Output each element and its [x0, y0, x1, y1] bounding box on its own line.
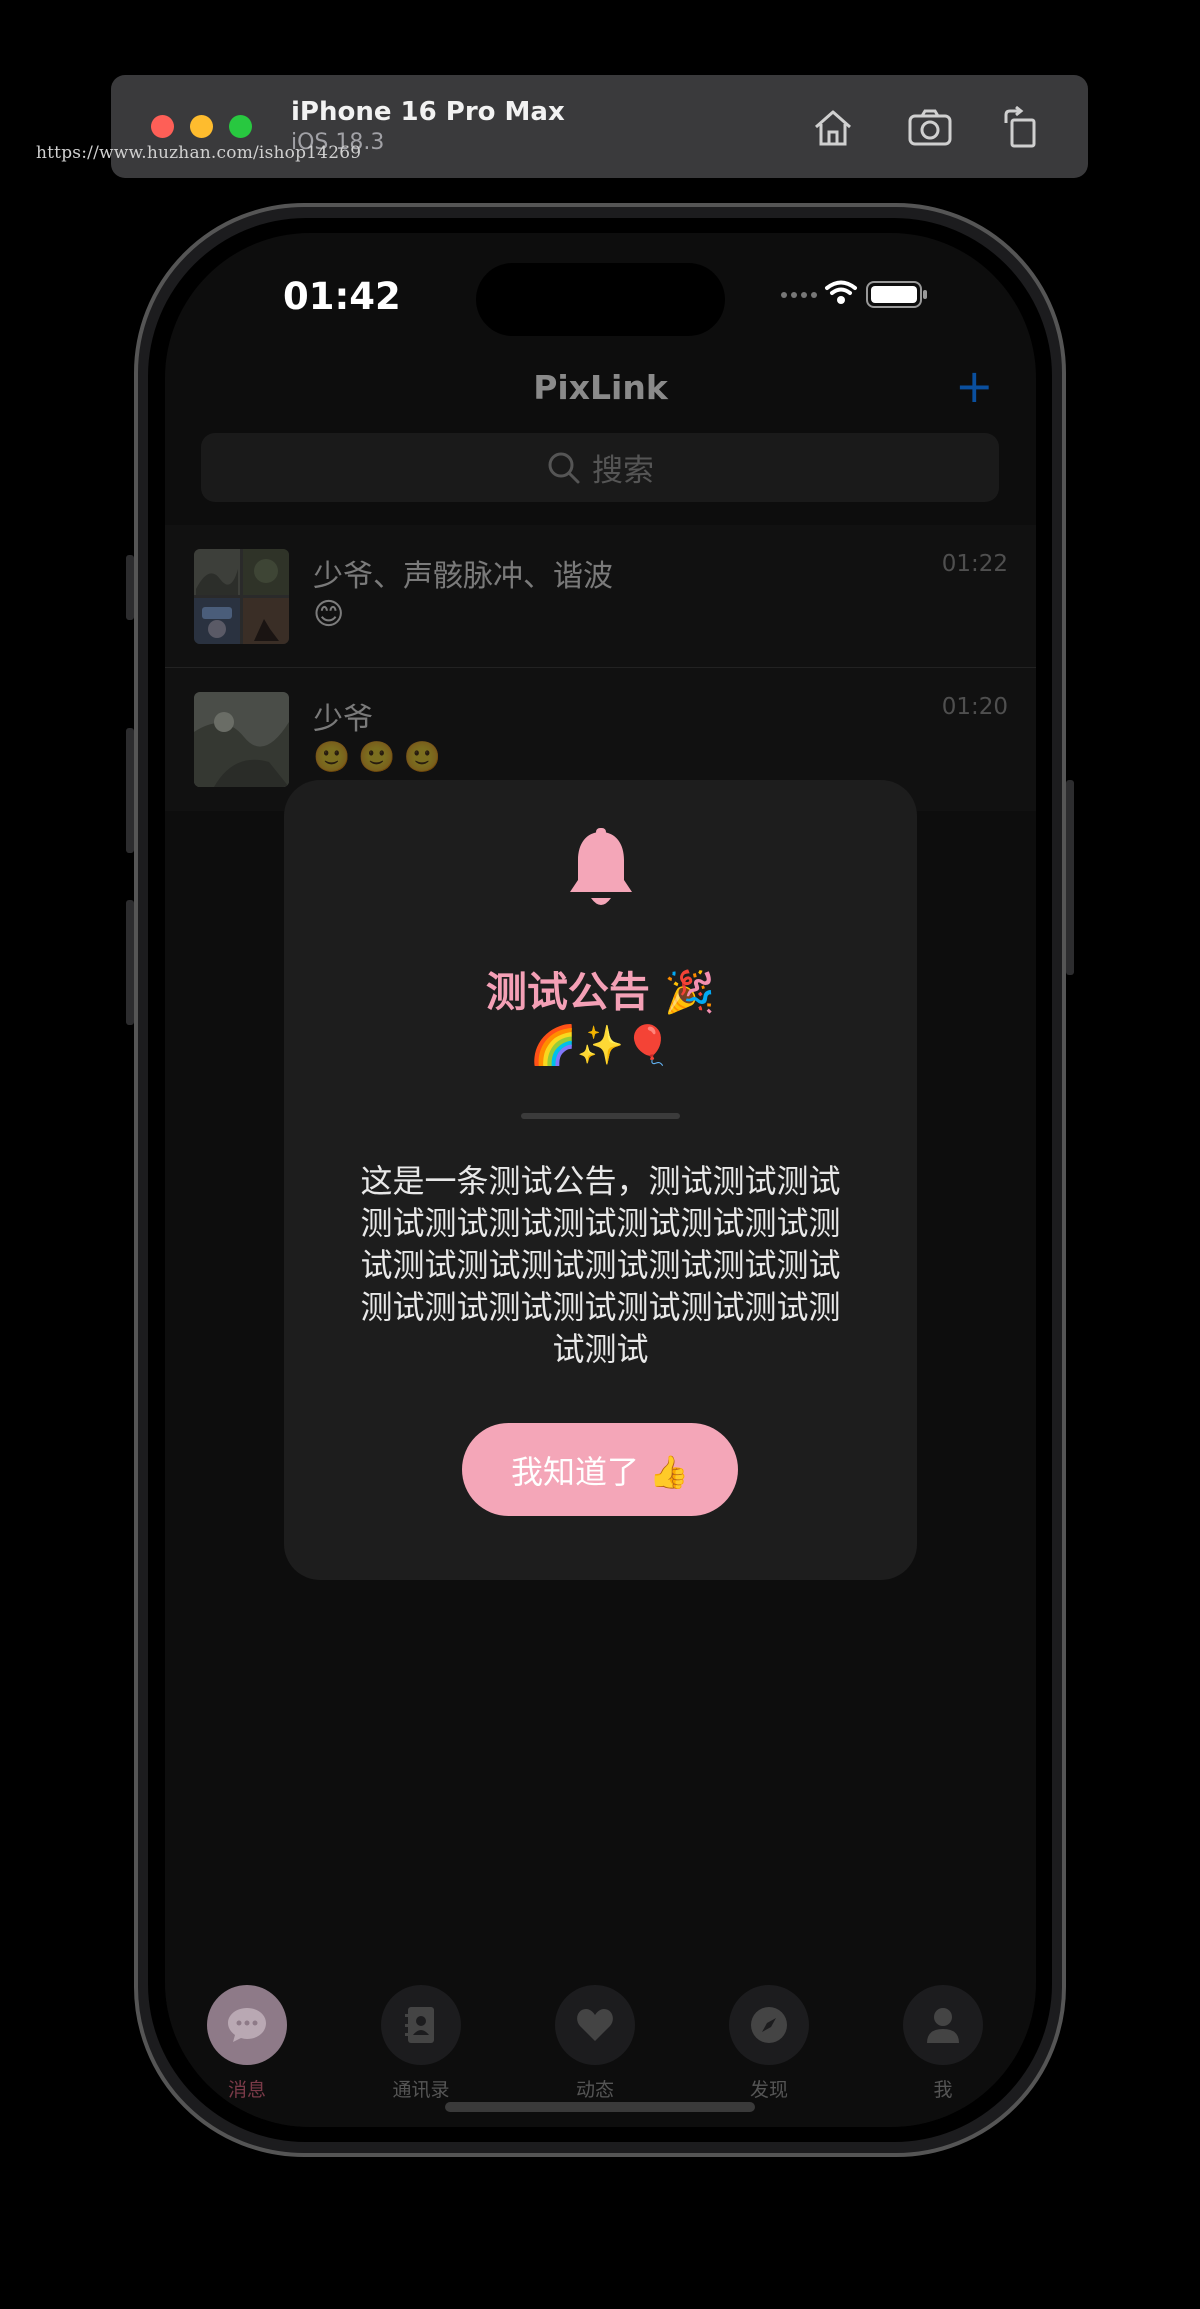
- device-name: iPhone 16 Pro Max: [291, 97, 565, 127]
- chat-name: 少爷: [313, 702, 373, 737]
- home-indicator[interactable]: [445, 2102, 755, 2112]
- close-window-button[interactable]: [151, 115, 174, 138]
- home-button[interactable]: [808, 103, 858, 153]
- tab-label: 消息: [227, 2079, 266, 2101]
- battery-icon: [866, 281, 927, 308]
- chat-preview: 🙂🙂🙂: [313, 740, 450, 775]
- rotate-icon: [1004, 105, 1036, 148]
- phone-screen: 01:42 PixLink + 搜索 少爷、声骸脉冲、谐波 01:22 😊 少爷…: [165, 233, 1036, 2127]
- contacts-book-icon: [405, 2007, 434, 2043]
- tab-label: 我: [933, 2079, 953, 2101]
- volume-down-button: [126, 900, 134, 1025]
- announcement-emoji-line: 🌈✨🎈: [529, 1023, 672, 1067]
- app-title: PixLink: [533, 368, 668, 407]
- announcement-body: 这是一条测试公告，测试测试测试测试测试测试测试测试测试测试测试测试测试测试测试测…: [360, 1162, 841, 1368]
- power-button: [1066, 780, 1074, 975]
- chat-preview: 😊: [313, 597, 353, 632]
- compass-icon: [751, 2007, 787, 2043]
- chat-bubble-icon: [228, 2008, 266, 2042]
- volume-up-button: [126, 728, 134, 853]
- minimize-window-button[interactable]: [190, 115, 213, 138]
- tab-bar: 消息 通讯录 动态 发现 我: [165, 1948, 1036, 2127]
- announcement-title: 测试公告 🎉: [485, 968, 716, 1016]
- action-button: [126, 555, 134, 620]
- tab-discover[interactable]: 发现: [709, 1985, 829, 2102]
- group-avatar: [194, 549, 289, 644]
- chat-list: 少爷、声骸脉冲、谐波 01:22 😊 少爷 01:20 🙂🙂🙂: [165, 525, 1036, 811]
- tab-label: 通讯录: [392, 2079, 450, 2101]
- home-icon: [815, 110, 851, 146]
- search-icon: [548, 452, 580, 483]
- status-icons: [781, 280, 927, 308]
- tab-label: 动态: [575, 2079, 614, 2101]
- watermark-url: https://www.huzhan.com/ishop14269: [36, 143, 362, 163]
- announcement-dialog: 测试公告 🎉 🌈✨🎈 这是一条测试公告，测试测试测试测试测试测试测试测试测试测试…: [284, 780, 917, 1580]
- bell-icon: [570, 828, 632, 905]
- contact-avatar: [194, 692, 289, 787]
- add-button[interactable]: +: [955, 361, 994, 411]
- search-bar[interactable]: 搜索: [201, 433, 999, 502]
- tab-me[interactable]: 我: [883, 1985, 1003, 2102]
- dynamic-island: [476, 263, 725, 336]
- acknowledge-button[interactable]: 我知道了 👍: [462, 1423, 738, 1516]
- screenshot-button[interactable]: [905, 103, 955, 153]
- signal-icon: [781, 292, 817, 298]
- status-time: 01:42: [283, 275, 401, 318]
- rotate-button[interactable]: [996, 103, 1046, 153]
- chat-row[interactable]: 少爷、声骸脉冲、谐波 01:22 😊: [165, 525, 1036, 667]
- tab-moments[interactable]: 动态: [535, 1985, 655, 2102]
- chat-name: 少爷、声骸脉冲、谐波: [313, 559, 613, 594]
- tab-messages[interactable]: 消息: [187, 1985, 307, 2102]
- heart-icon: [577, 2009, 613, 2041]
- person-icon: [927, 2008, 959, 2043]
- chat-time: 01:20: [941, 694, 1008, 720]
- divider: [521, 1113, 680, 1119]
- wifi-icon: [825, 280, 857, 295]
- tab-label: 发现: [749, 2079, 788, 2101]
- chat-time: 01:22: [941, 551, 1008, 577]
- search-placeholder: 搜索: [592, 453, 654, 489]
- camera-icon: [908, 109, 952, 146]
- zoom-window-button[interactable]: [229, 115, 252, 138]
- tab-contacts[interactable]: 通讯录: [361, 1985, 481, 2102]
